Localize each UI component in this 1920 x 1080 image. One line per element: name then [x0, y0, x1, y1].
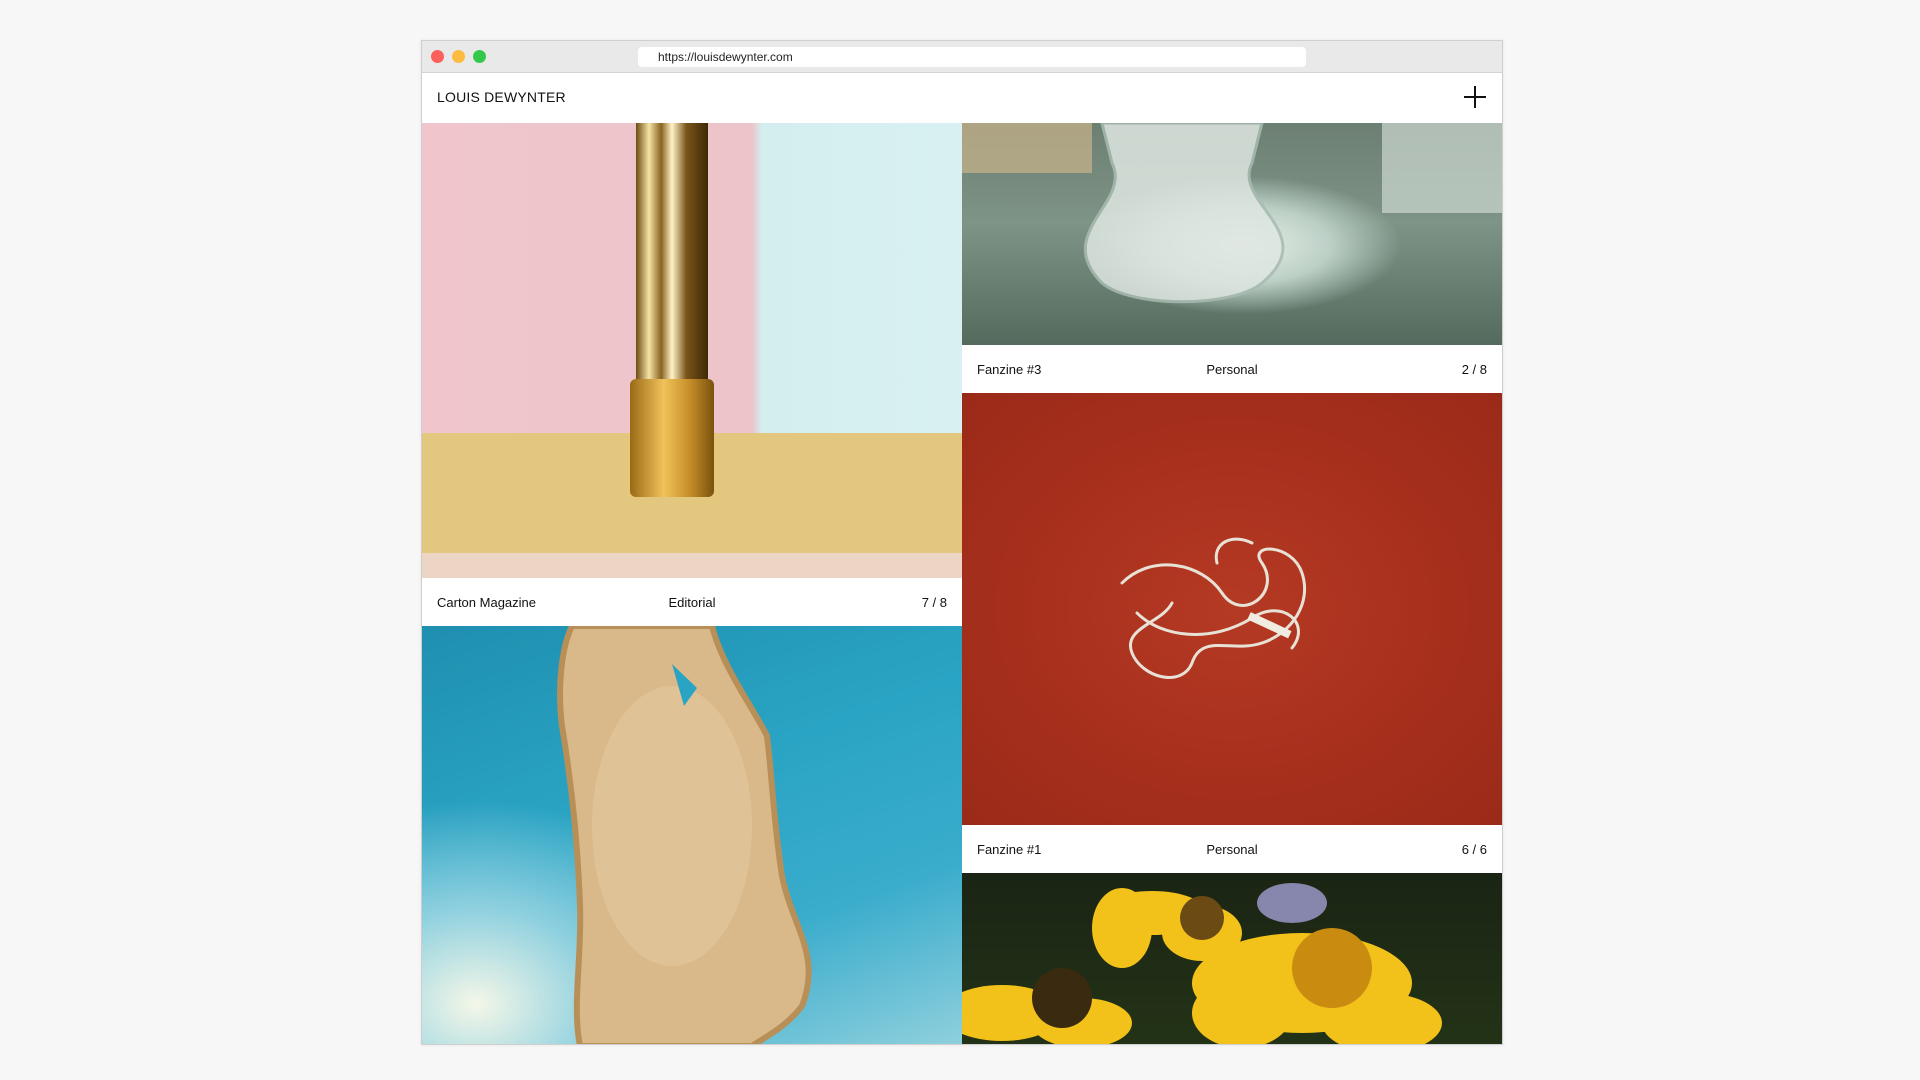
project-count: 6 / 6 — [1461, 842, 1487, 857]
lipstick-illustration — [422, 123, 962, 578]
glass-illustration — [962, 123, 1502, 304]
project-category: Editorial — [668, 595, 716, 610]
project-image-fanzine-3[interactable] — [962, 123, 1502, 345]
flowers-illustration — [962, 883, 1442, 1044]
bread-illustration — [557, 626, 812, 1044]
project-image-fanzine-1[interactable] — [962, 393, 1502, 825]
project-caption[interactable]: Fanzine #1 Personal 6 / 6 — [962, 825, 1502, 873]
project-category: Personal — [1206, 842, 1258, 857]
project-count: 2 / 8 — [1461, 362, 1487, 377]
project-image-carton-magazine[interactable] — [422, 123, 962, 578]
site-header: LOUIS DEWYNTER — [422, 73, 1502, 123]
site-logo[interactable]: LOUIS DEWYNTER — [437, 89, 566, 105]
project-image-flowers[interactable] — [962, 873, 1502, 1044]
project-caption[interactable]: Fanzine #3 Personal 2 / 8 — [962, 345, 1502, 393]
project-category: Personal — [1206, 362, 1258, 377]
address-bar[interactable]: https://louisdewynter.com — [638, 47, 1306, 67]
project-image-bread[interactable] — [422, 626, 962, 1044]
plus-icon[interactable] — [1464, 86, 1486, 108]
project-caption[interactable]: Carton Magazine Editorial 7 / 8 — [422, 578, 962, 626]
chain-illustration — [1120, 537, 1307, 679]
browser-window: https://louisdewynter.com LOUIS DEWYNTER — [421, 40, 1503, 1045]
project-count: 7 / 8 — [921, 595, 947, 610]
close-window-button[interactable] — [431, 50, 444, 63]
minimize-window-button[interactable] — [452, 50, 465, 63]
browser-titlebar: https://louisdewynter.com — [422, 41, 1502, 73]
maximize-window-button[interactable] — [473, 50, 486, 63]
